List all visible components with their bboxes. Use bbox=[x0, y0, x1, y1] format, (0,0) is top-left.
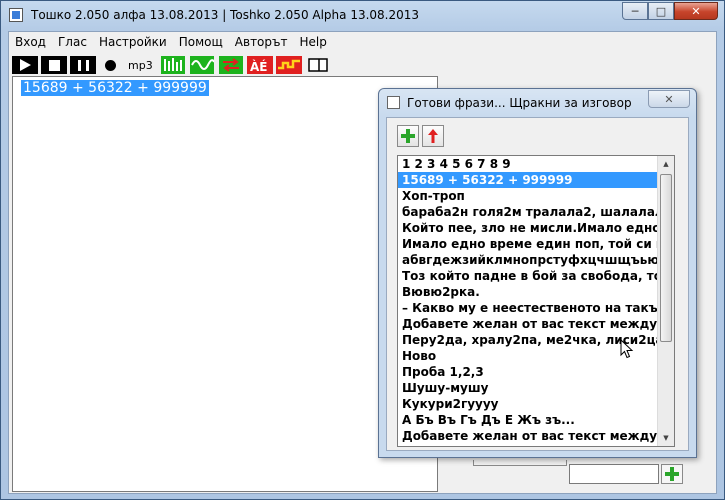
svg-text:ÀÉ: ÀÉ bbox=[250, 59, 267, 74]
list-item[interactable]: Ново bbox=[398, 348, 658, 364]
main-add-button[interactable] bbox=[661, 464, 683, 484]
panel-button[interactable] bbox=[305, 56, 331, 74]
stop-icon bbox=[48, 59, 60, 71]
dialog-title: Готови фрази... Щракни за изговор bbox=[407, 96, 632, 110]
dialog-client: 1 2 3 4 5 6 7 8 9 15689 + 56322 + 999999 Х… bbox=[386, 117, 689, 451]
phrase-input[interactable] bbox=[569, 464, 659, 484]
list-item[interactable]: 1 2 3 4 5 6 7 8 9 bbox=[398, 156, 658, 172]
dialog-close-button[interactable]: ✕ bbox=[648, 90, 690, 108]
accent-button[interactable]: ÀÉ bbox=[246, 56, 273, 74]
menu-bar: Вход Глас Настройки Помощ Авторът Help bbox=[9, 32, 716, 52]
list-item[interactable]: Проба 1,2,3 bbox=[398, 364, 658, 380]
dialog-icon bbox=[387, 96, 400, 109]
phrases-dialog: Готови фрази... Щракни за изговор ✕ 1 2 … bbox=[378, 88, 697, 458]
swap-icon bbox=[218, 56, 243, 74]
equalizer-button[interactable] bbox=[160, 56, 186, 74]
record-button[interactable] bbox=[99, 56, 121, 74]
panel-icon bbox=[307, 58, 328, 72]
scroll-down-icon[interactable]: ▼ bbox=[658, 430, 674, 446]
wave-button[interactable] bbox=[189, 56, 215, 74]
list-item[interactable]: Добавете желан от вас текст между з bbox=[398, 316, 658, 332]
wave-icon bbox=[189, 56, 214, 74]
menu-help[interactable]: Help bbox=[293, 32, 332, 52]
plus-icon bbox=[665, 467, 679, 481]
maximize-button[interactable]: □ bbox=[648, 2, 674, 20]
menu-avtorat[interactable]: Авторът bbox=[229, 32, 294, 52]
close-button[interactable]: ✕ bbox=[674, 2, 718, 20]
app-icon bbox=[9, 8, 23, 22]
list-item[interactable]: – Какво му е неестественото на такъв bbox=[398, 300, 658, 316]
window-title: Тошко 2.050 алфа 13.08.2013 | Toshko 2.0… bbox=[31, 8, 420, 22]
list-item[interactable]: абвгдежзийклмнопрстуфхцчшщъьюя bbox=[398, 252, 658, 268]
scroll-up-icon[interactable]: ▲ bbox=[658, 156, 674, 172]
editor-selected-text: 15689 + 56322 + 999999 bbox=[21, 80, 209, 96]
toolbar: mp3 ÀÉ bbox=[12, 55, 331, 75]
list-scrollbar[interactable]: ▲ ▼ bbox=[657, 156, 674, 446]
menu-nastroyki[interactable]: Настройки bbox=[93, 32, 173, 52]
list-item[interactable]: Вювю2рка. bbox=[398, 284, 658, 300]
add-phrase-button[interactable] bbox=[397, 125, 419, 147]
swap-button[interactable] bbox=[218, 56, 244, 74]
list-item[interactable]: Хоп-троп bbox=[398, 188, 658, 204]
tone-icon bbox=[275, 56, 302, 74]
minimize-button[interactable]: ─ bbox=[622, 2, 648, 20]
list-item[interactable]: Кукури2гуууу bbox=[398, 396, 658, 412]
menu-pomosht[interactable]: Помощ bbox=[173, 32, 229, 52]
list-item[interactable]: 15689 + 56322 + 999999 bbox=[398, 172, 658, 188]
phrases-list[interactable]: 1 2 3 4 5 6 7 8 9 15689 + 56322 + 999999 Х… bbox=[397, 155, 675, 447]
list-item[interactable]: Шушу-мушу bbox=[398, 380, 658, 396]
play-icon bbox=[19, 59, 31, 71]
record-icon bbox=[104, 59, 116, 71]
equalizer-icon bbox=[160, 56, 185, 74]
dialog-toolbar bbox=[397, 125, 444, 147]
pause-icon bbox=[77, 59, 89, 71]
list-item[interactable]: Имало едно време един поп, той си им bbox=[398, 236, 658, 252]
stop-button[interactable] bbox=[41, 56, 67, 74]
mouse-cursor-icon bbox=[620, 339, 634, 359]
pause-button[interactable] bbox=[70, 56, 96, 74]
plus-icon bbox=[401, 129, 415, 143]
arrow-up-icon bbox=[428, 129, 438, 143]
mp3-button[interactable]: mp3 bbox=[124, 59, 157, 72]
tone-button[interactable] bbox=[275, 56, 302, 74]
move-up-button[interactable] bbox=[422, 125, 444, 147]
menu-vhod[interactable]: Вход bbox=[9, 32, 52, 52]
title-bar[interactable]: Тошко 2.050 алфа 13.08.2013 | Toshko 2.0… bbox=[1, 1, 724, 31]
list-item[interactable]: А Бъ Въ Гъ Дъ Е Жъ зъ... bbox=[398, 412, 658, 428]
list-item[interactable]: Тоз който падне в бой за свобода, той bbox=[398, 268, 658, 284]
caption-buttons: ─ □ ✕ bbox=[622, 2, 718, 20]
scroll-thumb[interactable] bbox=[660, 174, 672, 342]
background-panel-edge bbox=[473, 460, 567, 466]
list-item[interactable]: Добавете желан от вас текст между з bbox=[398, 428, 658, 444]
accent-icon: ÀÉ bbox=[246, 56, 273, 74]
list-item[interactable]: Перу2да, хралу2па, ме2чка, лиси2ца bbox=[398, 332, 658, 348]
list-item[interactable]: бараба2н голя2м тралала2, шалалала bbox=[398, 204, 658, 220]
play-button[interactable] bbox=[12, 56, 38, 74]
menu-glas[interactable]: Глас bbox=[52, 32, 93, 52]
phrases-list-items: 1 2 3 4 5 6 7 8 9 15689 + 56322 + 999999 Х… bbox=[398, 156, 658, 444]
text-editor[interactable]: 15689 + 56322 + 999999 bbox=[12, 76, 438, 492]
list-item[interactable]: Който пее, зло не мисли.Имало едно вр bbox=[398, 220, 658, 236]
